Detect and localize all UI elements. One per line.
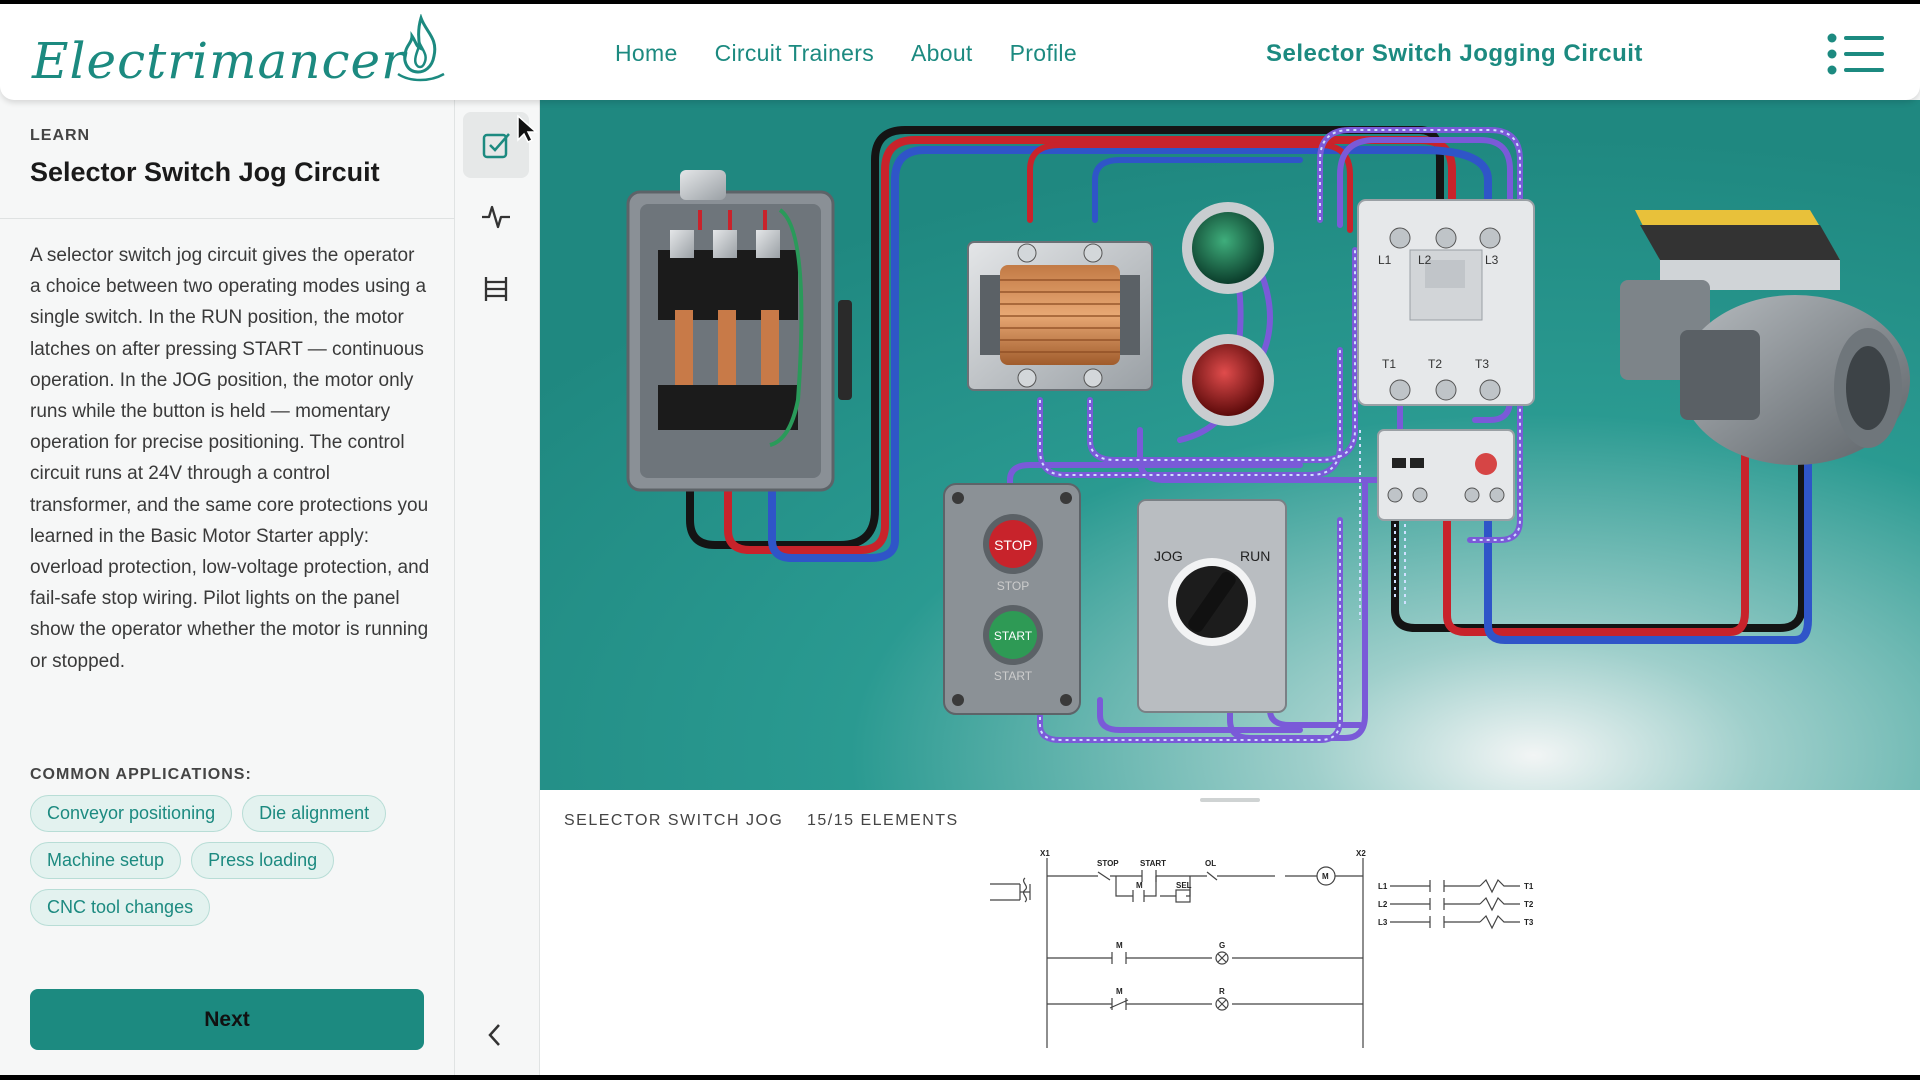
label-m-aux1: M (1116, 941, 1123, 950)
learn-panel: LEARN Selector Switch Jog Circuit A sele… (0, 100, 455, 1075)
nav-profile[interactable]: Profile (1010, 40, 1077, 67)
green-pilot-light[interactable] (1182, 202, 1274, 294)
top-header: Electrimancer Home Circuit Trainers Abou… (0, 4, 1920, 100)
label-m-aux2: M (1116, 987, 1123, 996)
resize-handle[interactable] (1200, 798, 1260, 802)
page-heading: Selector Switch Jogging Circuit (1266, 40, 1643, 67)
label-t1: T1 (1524, 882, 1534, 891)
start-legend: START (994, 669, 1033, 683)
waveform-icon[interactable] (463, 184, 529, 250)
contactor-label-t2: T2 (1428, 357, 1442, 371)
disconnect-switch[interactable] (626, 170, 852, 492)
side-toolbar (455, 100, 540, 1075)
contactor[interactable]: L1 L2 L3 T1 T2 T3 (1357, 199, 1535, 406)
control-transformer[interactable] (967, 241, 1153, 391)
label-t2: T2 (1524, 900, 1534, 909)
schematic-panel: SELECTOR SWITCH JOG 15/15 ELEMENTS X1 X2… (540, 790, 1920, 1075)
contactor-label-t1: T1 (1382, 357, 1396, 371)
list-menu-icon[interactable] (1826, 32, 1886, 76)
element-count: 15/15 ELEMENTS (807, 812, 959, 829)
applications-tags: Conveyor positioning Die alignment Machi… (30, 795, 440, 926)
jog-label: JOG (1154, 548, 1183, 564)
red-pilot-light[interactable] (1182, 334, 1274, 426)
label-l2: L2 (1378, 900, 1388, 909)
contactor-label-t3: T3 (1475, 357, 1489, 371)
label-g: G (1219, 941, 1225, 950)
nav-home[interactable]: Home (615, 40, 678, 67)
run-label: RUN (1240, 548, 1270, 564)
app-screen: Electrimancer Home Circuit Trainers Abou… (0, 4, 1920, 1075)
divider (0, 218, 455, 219)
label-m-seal: M (1136, 881, 1143, 890)
main-nav: Home Circuit Trainers About Profile (615, 40, 1077, 67)
learn-label: LEARN (30, 127, 91, 144)
applications-label: COMMON APPLICATIONS: (30, 766, 252, 783)
stop-button-label: STOP (994, 537, 1032, 553)
next-button[interactable]: Next (30, 989, 424, 1050)
pushbutton-station[interactable]: STOP STOP START START (943, 483, 1081, 715)
start-button-label: START (994, 629, 1033, 643)
circuit-scene[interactable]: L1 L2 L3 T1 T2 T3 STOP STOP START START … (540, 100, 1920, 790)
label-start: START (1140, 859, 1166, 868)
nav-circuit-trainers[interactable]: Circuit Trainers (715, 40, 874, 67)
logo-text: Electrimancer (32, 32, 406, 90)
label-motor-coil: M (1322, 872, 1329, 881)
stop-legend: STOP (997, 579, 1029, 593)
overload-relay[interactable] (1377, 429, 1515, 521)
nav-about[interactable]: About (911, 40, 973, 67)
ladder-icon[interactable] (463, 256, 529, 322)
selector-switch[interactable]: JOG RUN (1137, 499, 1287, 713)
label-sel: SEL (1176, 881, 1192, 890)
label-x2: X2 (1356, 849, 1366, 858)
flame-icon (397, 14, 445, 82)
tag-conveyor-positioning[interactable]: Conveyor positioning (30, 795, 233, 832)
label-stop: STOP (1097, 859, 1119, 868)
logo[interactable]: Electrimancer (32, 10, 452, 94)
label-t3: T3 (1524, 918, 1534, 927)
label-l3: L3 (1378, 918, 1388, 927)
label-l1: L1 (1378, 882, 1388, 891)
label-r: R (1219, 987, 1225, 996)
tag-machine-setup[interactable]: Machine setup (30, 842, 182, 879)
contactor-label-l1: L1 (1378, 253, 1392, 267)
schematic-title: SELECTOR SWITCH JOG (564, 812, 784, 829)
tag-press-loading[interactable]: Press loading (191, 842, 335, 879)
ladder-schematic[interactable]: X1 X2 STOP START OL M M SEL M G M R L1 L… (920, 848, 1560, 1058)
lesson-description: A selector switch jog circuit gives the … (30, 245, 430, 672)
label-ol: OL (1205, 859, 1216, 868)
label-x1: X1 (1040, 849, 1050, 858)
contactor-label-l2: L2 (1418, 253, 1432, 267)
tag-cnc-tool-changes[interactable]: CNC tool changes (30, 889, 211, 926)
chevron-left-icon[interactable] (485, 1022, 505, 1053)
tag-die-alignment[interactable]: Die alignment (242, 795, 387, 832)
mouse-cursor-icon (517, 114, 538, 144)
contactor-label-l3: L3 (1485, 253, 1499, 267)
lesson-title: Selector Switch Jog Circuit (30, 157, 380, 187)
